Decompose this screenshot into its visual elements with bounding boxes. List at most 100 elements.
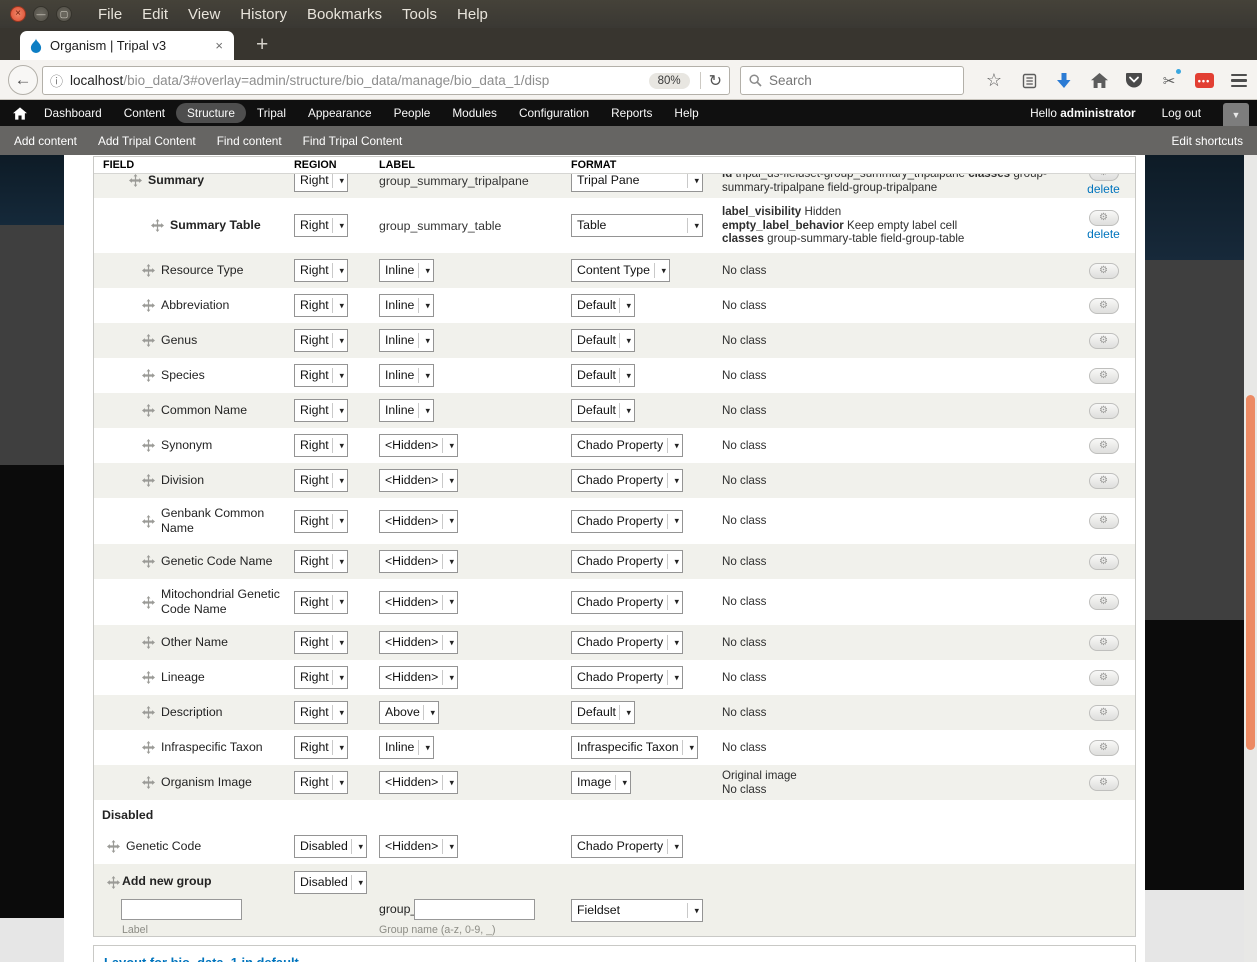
- region-select[interactable]: Right: [294, 591, 348, 614]
- format-select[interactable]: Image: [571, 771, 631, 794]
- label-select[interactable]: <Hidden>: [379, 591, 458, 614]
- label-select[interactable]: <Hidden>: [379, 510, 458, 533]
- format-select[interactable]: Default: [571, 701, 635, 724]
- label-select[interactable]: Inline: [379, 736, 434, 759]
- menu-tools[interactable]: Tools: [392, 6, 447, 23]
- reload-icon[interactable]: ↻: [709, 71, 722, 91]
- toolbar-item-content[interactable]: Content: [113, 103, 176, 123]
- label-select[interactable]: <Hidden>: [379, 469, 458, 492]
- region-select[interactable]: Right: [294, 469, 348, 492]
- drag-handle-icon[interactable]: [142, 264, 155, 277]
- region-select[interactable]: Right: [294, 550, 348, 573]
- site-info-icon[interactable]: ⓘ: [50, 71, 63, 90]
- format-settings-button[interactable]: ⚙: [1089, 670, 1119, 686]
- back-button[interactable]: ←: [8, 65, 38, 95]
- format-settings-button[interactable]: ⚙: [1089, 263, 1119, 279]
- shortcut-find-content[interactable]: Find content: [210, 134, 289, 148]
- format-settings-button[interactable]: ⚙: [1089, 368, 1119, 384]
- maximize-button[interactable]: ▢: [56, 6, 72, 22]
- new-group-name-input[interactable]: [414, 899, 535, 920]
- new-group-region-select[interactable]: Disabled: [294, 871, 367, 894]
- region-select[interactable]: Right: [294, 364, 348, 387]
- format-select[interactable]: Default: [571, 294, 635, 317]
- extension-red-icon[interactable]: •••: [1194, 71, 1214, 91]
- new-tab-button[interactable]: +: [248, 32, 276, 58]
- format-settings-button[interactable]: ⚙: [1089, 298, 1119, 314]
- bookmarks-list-icon[interactable]: [1019, 71, 1039, 91]
- drag-handle-icon[interactable]: [142, 334, 155, 347]
- toolbar-toggle-button[interactable]: ▼: [1223, 103, 1249, 126]
- screenshot-scissors-icon[interactable]: ✂: [1159, 71, 1179, 91]
- drag-handle-icon[interactable]: [142, 474, 155, 487]
- format-select[interactable]: Default: [571, 329, 635, 352]
- url-bar[interactable]: ⓘ localhost/bio_data/3#overlay=admin/str…: [42, 66, 730, 95]
- drag-handle-icon[interactable]: [142, 706, 155, 719]
- format-select[interactable]: Tripal Pane: [571, 174, 703, 192]
- pocket-icon[interactable]: [1124, 71, 1144, 91]
- drag-handle-icon[interactable]: [142, 369, 155, 382]
- region-select[interactable]: Right: [294, 259, 348, 282]
- menu-view[interactable]: View: [178, 6, 230, 23]
- region-select[interactable]: Right: [294, 510, 348, 533]
- format-settings-button[interactable]: ⚙: [1089, 705, 1119, 721]
- format-settings-button[interactable]: ⚙: [1089, 473, 1119, 489]
- region-select[interactable]: Right: [294, 701, 348, 724]
- region-select[interactable]: Right: [294, 771, 348, 794]
- minimize-button[interactable]: —: [33, 6, 49, 22]
- region-select[interactable]: Disabled: [294, 835, 367, 858]
- admin-home-icon[interactable]: [13, 107, 27, 120]
- new-group-format-select[interactable]: Fieldset: [571, 899, 703, 922]
- label-select[interactable]: <Hidden>: [379, 771, 458, 794]
- page-scrollbar-track[interactable]: [1244, 155, 1257, 962]
- region-select[interactable]: Right: [294, 214, 348, 237]
- drag-handle-icon[interactable]: [142, 596, 155, 609]
- label-select[interactable]: Inline: [379, 329, 434, 352]
- search-input[interactable]: [769, 73, 955, 88]
- menu-edit[interactable]: Edit: [132, 6, 178, 23]
- region-select[interactable]: Right: [294, 294, 348, 317]
- format-select[interactable]: Content Type: [571, 259, 670, 282]
- menu-file[interactable]: File: [88, 6, 132, 23]
- tab-close-icon[interactable]: ×: [213, 38, 225, 53]
- search-box[interactable]: [740, 66, 964, 95]
- label-select[interactable]: <Hidden>: [379, 550, 458, 573]
- shortcut-find-tripal-content[interactable]: Find Tripal Content: [296, 134, 410, 148]
- label-select[interactable]: Inline: [379, 294, 434, 317]
- toolbar-item-help[interactable]: Help: [663, 103, 709, 123]
- format-select[interactable]: Default: [571, 364, 635, 387]
- drag-handle-icon[interactable]: [142, 555, 155, 568]
- drag-handle-icon[interactable]: [142, 636, 155, 649]
- format-settings-button[interactable]: ⚙: [1089, 740, 1119, 756]
- format-select[interactable]: Default: [571, 399, 635, 422]
- format-select[interactable]: Chado Property: [571, 434, 683, 457]
- format-settings-button[interactable]: ⚙: [1089, 438, 1119, 454]
- shortcut-add-content[interactable]: Add content: [7, 134, 84, 148]
- toolbar-item-tripal[interactable]: Tripal: [246, 103, 297, 123]
- delete-link[interactable]: delete: [1087, 227, 1120, 241]
- format-settings-button[interactable]: ⚙: [1089, 210, 1119, 226]
- toolbar-item-reports[interactable]: Reports: [600, 103, 663, 123]
- label-select[interactable]: <Hidden>: [379, 631, 458, 654]
- zoom-level-badge[interactable]: 80%: [649, 73, 690, 89]
- drag-handle-icon[interactable]: [142, 776, 155, 789]
- menu-bookmarks[interactable]: Bookmarks: [297, 6, 392, 23]
- label-select[interactable]: <Hidden>: [379, 666, 458, 689]
- region-select[interactable]: Right: [294, 631, 348, 654]
- delete-link[interactable]: delete: [1087, 182, 1120, 196]
- label-select[interactable]: Inline: [379, 364, 434, 387]
- format-select[interactable]: Table: [571, 214, 703, 237]
- label-select[interactable]: <Hidden>: [379, 835, 458, 858]
- label-select[interactable]: Inline: [379, 399, 434, 422]
- drag-handle-icon[interactable]: [142, 671, 155, 684]
- drag-handle-icon[interactable]: [107, 876, 120, 892]
- menu-help[interactable]: Help: [447, 6, 498, 23]
- edit-shortcuts-link[interactable]: Edit shortcuts: [1172, 134, 1243, 148]
- format-settings-button[interactable]: ⚙: [1089, 635, 1119, 651]
- layout-link[interactable]: Layout for bio_data_1 in default: [104, 955, 299, 962]
- logout-link[interactable]: Log out: [1162, 106, 1201, 120]
- region-select[interactable]: Right: [294, 174, 348, 192]
- downloads-icon[interactable]: [1054, 71, 1074, 91]
- toolbar-item-modules[interactable]: Modules: [441, 103, 508, 123]
- region-select[interactable]: Right: [294, 399, 348, 422]
- label-select[interactable]: Above: [379, 701, 439, 724]
